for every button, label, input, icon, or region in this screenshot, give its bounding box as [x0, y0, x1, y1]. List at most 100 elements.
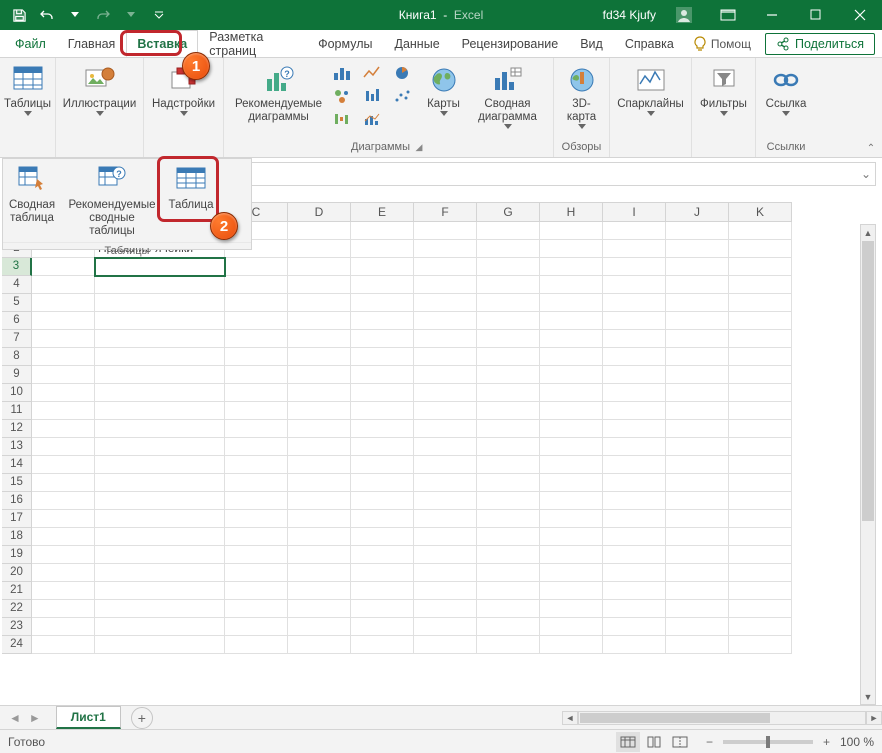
cell[interactable]	[603, 600, 666, 618]
cell[interactable]	[540, 276, 603, 294]
cell[interactable]	[477, 240, 540, 258]
cell[interactable]	[603, 348, 666, 366]
cell[interactable]	[603, 258, 666, 276]
save-icon[interactable]	[6, 2, 32, 28]
cell[interactable]	[729, 528, 792, 546]
cell[interactable]	[414, 240, 477, 258]
cell[interactable]	[666, 384, 729, 402]
cell[interactable]	[32, 420, 95, 438]
hscroll-thumb[interactable]	[580, 713, 770, 723]
cell[interactable]	[603, 510, 666, 528]
cell[interactable]	[414, 510, 477, 528]
cell[interactable]	[540, 402, 603, 420]
cell[interactable]	[32, 330, 95, 348]
illustrations-button[interactable]: Иллюстрации	[59, 62, 141, 118]
cell[interactable]	[351, 384, 414, 402]
cell[interactable]	[540, 546, 603, 564]
row-header[interactable]: 10	[2, 384, 32, 402]
cell[interactable]	[414, 528, 477, 546]
cell[interactable]	[288, 582, 351, 600]
row-header[interactable]: 11	[2, 402, 32, 420]
collapse-ribbon-icon[interactable]: ⌃	[864, 141, 878, 155]
cell[interactable]	[288, 258, 351, 276]
cell[interactable]	[477, 276, 540, 294]
cell[interactable]	[95, 510, 225, 528]
cell[interactable]	[32, 528, 95, 546]
cell[interactable]	[477, 222, 540, 240]
statistic-chart-icon[interactable]	[358, 85, 386, 107]
cell[interactable]	[225, 438, 288, 456]
page-break-view-icon[interactable]	[668, 732, 692, 752]
cell[interactable]	[540, 564, 603, 582]
close-icon[interactable]	[838, 0, 882, 30]
cell[interactable]	[729, 420, 792, 438]
cell[interactable]	[540, 618, 603, 636]
cell[interactable]	[351, 240, 414, 258]
cell[interactable]	[540, 510, 603, 528]
cell[interactable]	[729, 564, 792, 582]
scroll-down-icon[interactable]: ▼	[861, 689, 875, 704]
cell[interactable]	[225, 258, 288, 276]
cell[interactable]	[477, 438, 540, 456]
cell[interactable]	[351, 276, 414, 294]
cell[interactable]	[414, 384, 477, 402]
cell[interactable]	[95, 294, 225, 312]
scroll-thumb[interactable]	[862, 241, 874, 521]
user-name[interactable]: fd34 Kjufy	[603, 8, 656, 22]
col-header[interactable]: H	[540, 202, 603, 222]
cell[interactable]	[351, 456, 414, 474]
maximize-icon[interactable]	[794, 0, 838, 30]
tab-formulas[interactable]: Формулы	[307, 30, 383, 57]
cell[interactable]	[32, 492, 95, 510]
qat-customize-icon[interactable]	[146, 2, 172, 28]
cell[interactable]	[540, 312, 603, 330]
cell[interactable]	[95, 546, 225, 564]
cell[interactable]	[95, 366, 225, 384]
cell[interactable]	[666, 456, 729, 474]
cell[interactable]	[477, 366, 540, 384]
formula-input[interactable]	[235, 167, 857, 181]
cell[interactable]	[477, 420, 540, 438]
cell[interactable]	[351, 438, 414, 456]
tab-home[interactable]: Главная	[57, 30, 127, 57]
row-header[interactable]: 6	[2, 312, 32, 330]
cell[interactable]	[729, 222, 792, 240]
cell[interactable]	[225, 330, 288, 348]
redo-icon[interactable]	[90, 2, 116, 28]
cell[interactable]	[95, 438, 225, 456]
cell[interactable]	[414, 276, 477, 294]
cell[interactable]	[32, 276, 95, 294]
add-sheet-button[interactable]: +	[131, 707, 153, 729]
cell[interactable]	[477, 492, 540, 510]
cell[interactable]	[603, 294, 666, 312]
row-header[interactable]: 21	[2, 582, 32, 600]
row-header[interactable]: 16	[2, 492, 32, 510]
cell[interactable]	[414, 366, 477, 384]
cell[interactable]	[225, 366, 288, 384]
cell[interactable]	[351, 402, 414, 420]
account-icon[interactable]	[662, 0, 706, 30]
cell[interactable]	[225, 510, 288, 528]
cell[interactable]	[603, 546, 666, 564]
cell[interactable]	[288, 294, 351, 312]
cell[interactable]	[95, 582, 225, 600]
cell[interactable]	[603, 474, 666, 492]
cell[interactable]	[414, 636, 477, 654]
cell[interactable]	[351, 546, 414, 564]
cell[interactable]	[288, 312, 351, 330]
zoom-in-button[interactable]: +	[819, 735, 834, 749]
cell[interactable]	[603, 582, 666, 600]
cell[interactable]	[666, 582, 729, 600]
combo-chart-icon[interactable]	[358, 108, 386, 130]
col-header[interactable]: E	[351, 202, 414, 222]
cell[interactable]	[540, 474, 603, 492]
cell[interactable]	[540, 528, 603, 546]
cell[interactable]	[95, 456, 225, 474]
cell[interactable]	[477, 510, 540, 528]
cell[interactable]	[540, 240, 603, 258]
tab-pagelayout[interactable]: Разметка страниц	[198, 30, 307, 57]
cell[interactable]	[666, 222, 729, 240]
cell[interactable]	[225, 600, 288, 618]
zoom-level[interactable]: 100 %	[840, 735, 874, 749]
cell[interactable]	[351, 564, 414, 582]
